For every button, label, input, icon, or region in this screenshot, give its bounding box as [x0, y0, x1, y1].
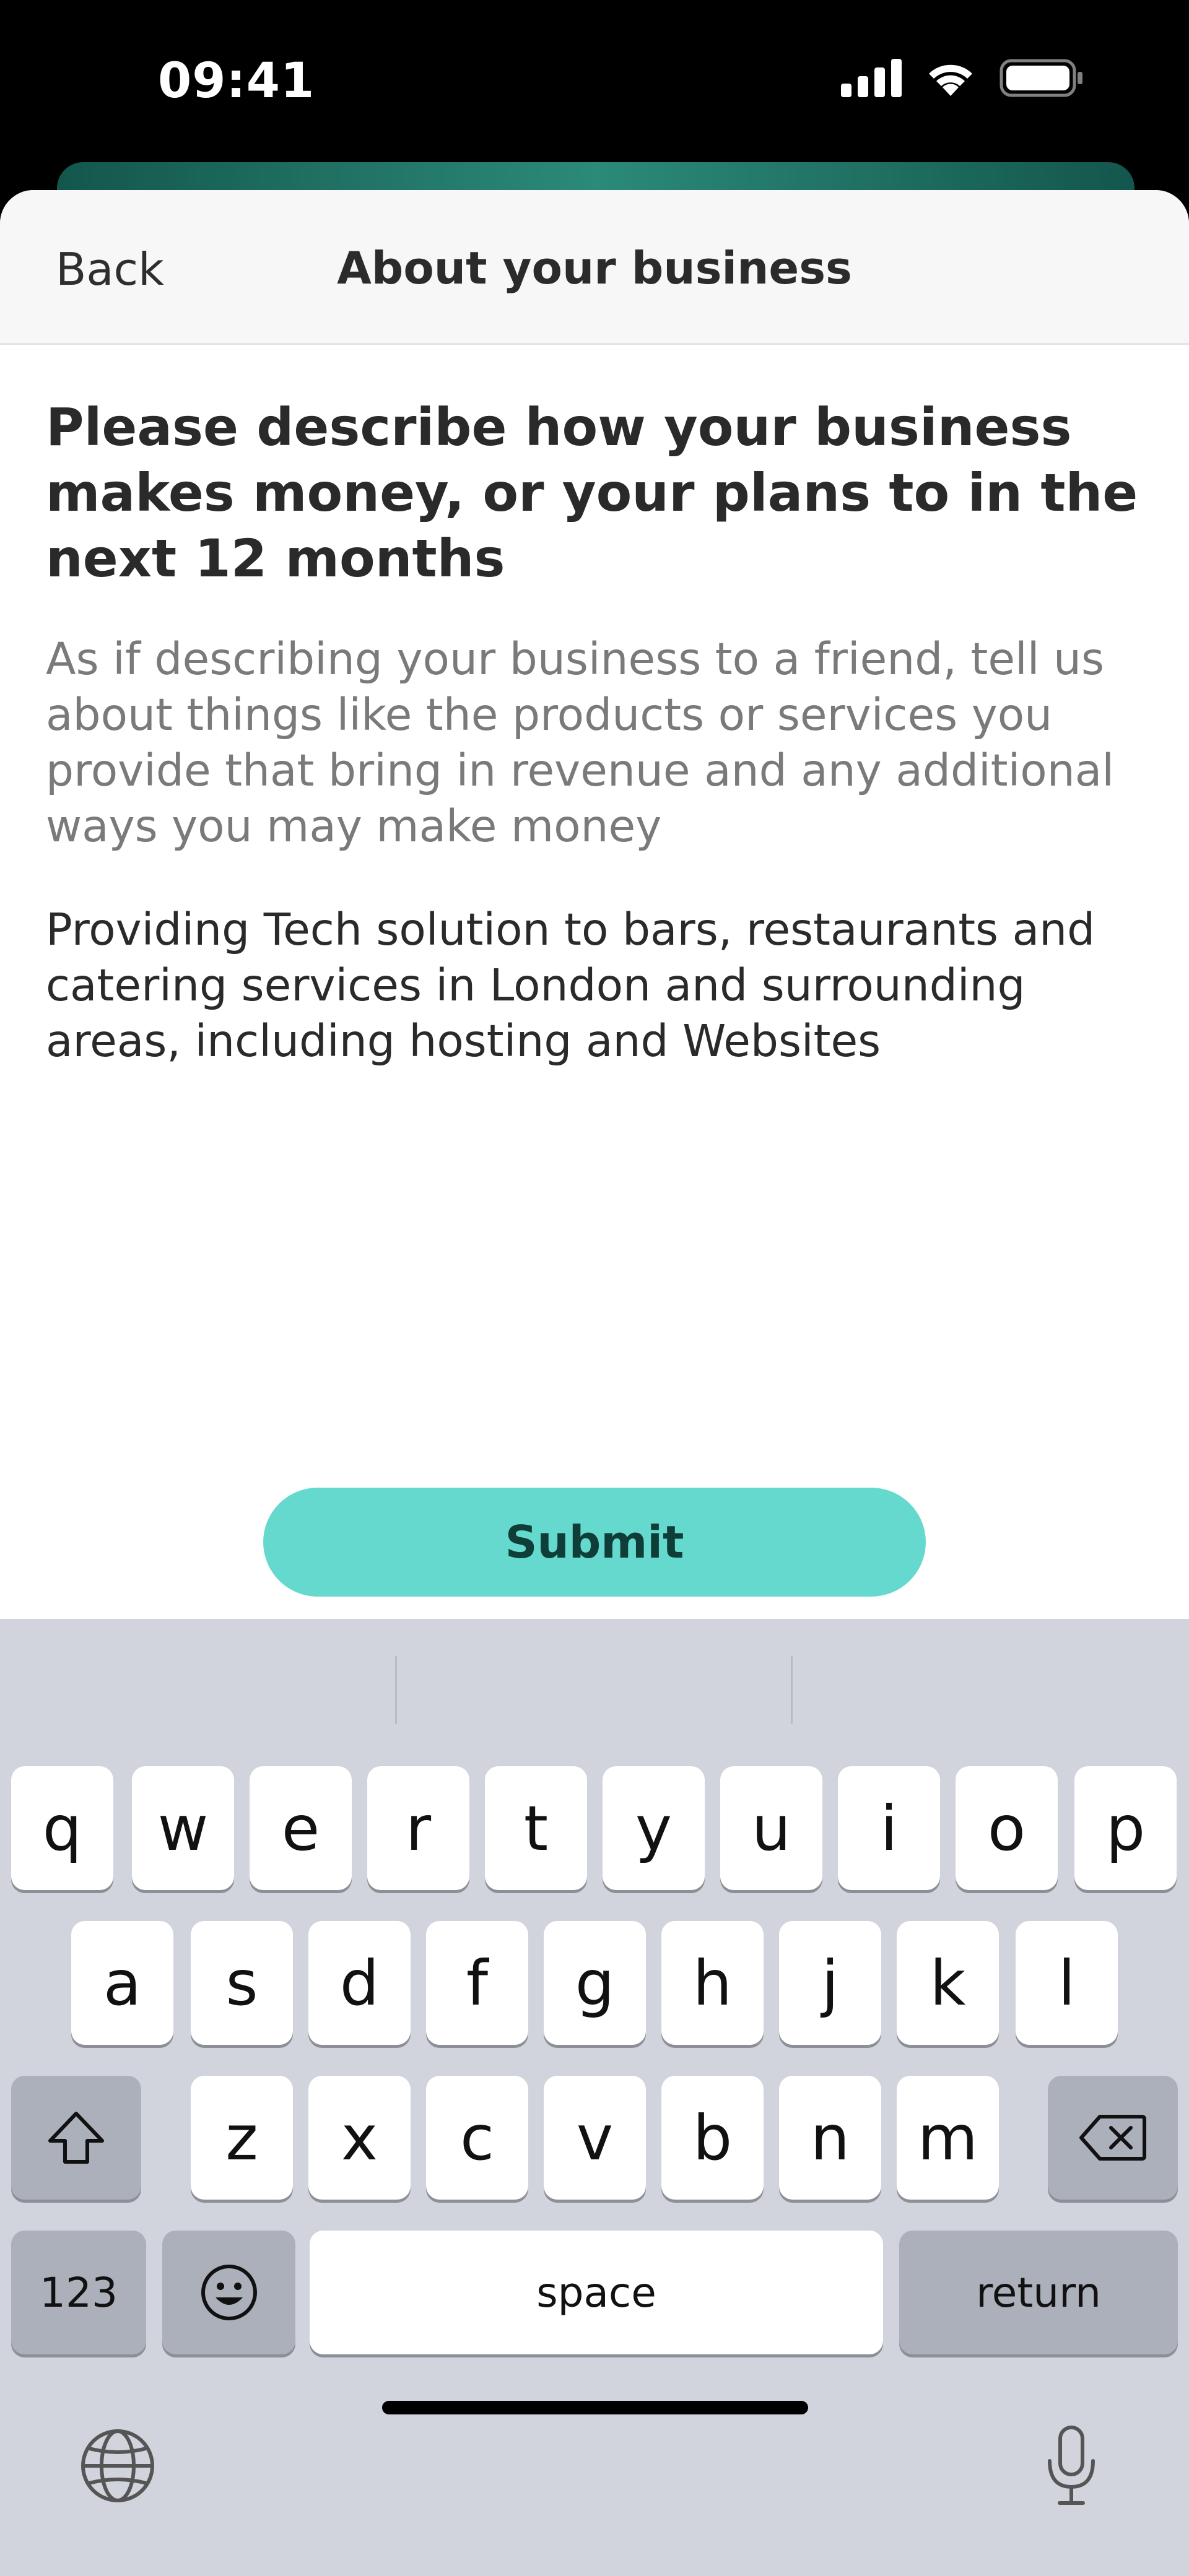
shift-key[interactable]: [11, 2076, 141, 2200]
submit-button[interactable]: Submit: [263, 1488, 926, 1597]
key-e[interactable]: e: [250, 1766, 352, 1890]
key-c[interactable]: c: [426, 2076, 528, 2200]
key-a[interactable]: a: [71, 1921, 173, 2045]
microphone-icon[interactable]: [1043, 2424, 1099, 2508]
key-t[interactable]: t: [485, 1766, 587, 1890]
key-z[interactable]: z: [191, 2076, 293, 2200]
shift-icon: [48, 2112, 104, 2164]
status-time: 09:41: [158, 53, 315, 109]
key-d[interactable]: d: [308, 1921, 411, 2045]
key-u[interactable]: u: [720, 1766, 822, 1890]
emoji-icon: [201, 2265, 257, 2320]
numbers-key[interactable]: 123: [11, 2231, 146, 2354]
key-o[interactable]: o: [956, 1766, 1058, 1890]
key-r[interactable]: r: [367, 1766, 469, 1890]
key-k[interactable]: k: [897, 1921, 999, 2045]
key-v[interactable]: v: [544, 2076, 646, 2200]
key-i[interactable]: i: [838, 1766, 940, 1890]
page-title: About your business: [337, 242, 852, 294]
space-key[interactable]: space: [310, 2231, 883, 2354]
key-l[interactable]: l: [1016, 1921, 1118, 2045]
delete-key[interactable]: [1048, 2076, 1178, 2200]
status-bar: 09:41: [0, 0, 1189, 186]
helper-text: As if describing your business to a frie…: [46, 633, 1114, 852]
navigation-bar: Back About your business: [0, 190, 1189, 345]
battery-icon: [1000, 59, 1082, 97]
cellular-signal-icon: [841, 59, 902, 97]
key-j[interactable]: j: [779, 1921, 881, 2045]
question-heading: Please describe how your business makes …: [46, 397, 1138, 589]
keyboard: q w e r t y u i o p a s d f g h j k l z …: [0, 1619, 1189, 2576]
suggestion-divider: [791, 1656, 793, 1724]
key-m[interactable]: m: [897, 2076, 999, 2200]
key-x[interactable]: x: [308, 2076, 411, 2200]
business-description-field[interactable]: Providing Tech solution to bars, restaur…: [46, 902, 1154, 1521]
status-icons: [841, 59, 1084, 97]
key-w[interactable]: w: [132, 1766, 234, 1890]
key-n[interactable]: n: [779, 2076, 881, 2200]
key-y[interactable]: y: [603, 1766, 705, 1890]
key-s[interactable]: s: [191, 1921, 293, 2045]
globe-icon[interactable]: [79, 2427, 156, 2504]
key-g[interactable]: g: [544, 1921, 646, 2045]
key-q[interactable]: q: [11, 1766, 113, 1890]
key-f[interactable]: f: [426, 1921, 528, 2045]
key-h[interactable]: h: [661, 1921, 764, 2045]
home-indicator: [382, 2401, 808, 2414]
delete-icon: [1079, 2115, 1146, 2161]
key-p[interactable]: p: [1074, 1766, 1177, 1890]
wifi-icon: [929, 64, 972, 96]
return-key[interactable]: return: [899, 2231, 1178, 2354]
emoji-key[interactable]: [162, 2231, 295, 2354]
suggestion-divider: [395, 1656, 397, 1724]
key-b[interactable]: b: [661, 2076, 764, 2200]
